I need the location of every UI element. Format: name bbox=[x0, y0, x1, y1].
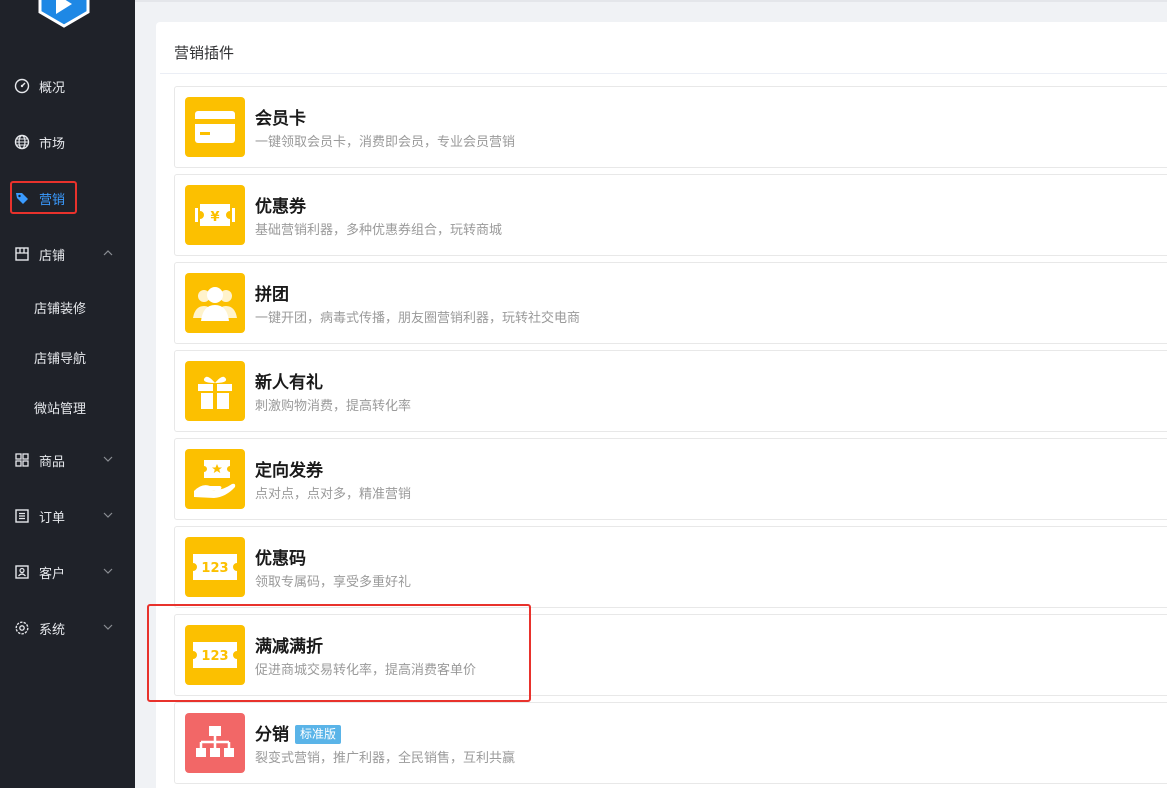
logo-icon bbox=[38, 0, 90, 28]
plugin-card-coupon[interactable]: ¥ 优惠券 基础营销利器，多种优惠券组合，玩转商城 bbox=[174, 174, 1167, 256]
standard-edition-badge: 标准版 bbox=[295, 725, 342, 744]
group-buy-icon bbox=[185, 273, 245, 333]
gift-icon bbox=[185, 361, 245, 421]
nav-label: 营销 bbox=[39, 192, 66, 208]
plugin-card-new-user-gift[interactable]: 新人有礼 刺激购物消费，提高转化率 bbox=[174, 350, 1167, 432]
nav-label: 概况 bbox=[39, 80, 66, 96]
member-card-icon bbox=[185, 97, 245, 157]
targeted-coupon-icon bbox=[185, 449, 245, 509]
plugin-desc: 领取专属码，享受多重好礼 bbox=[255, 575, 412, 590]
svg-text:¥: ¥ bbox=[210, 210, 219, 225]
plugin-card-full-discount[interactable]: 123 满减满折 促进商城交易转化率，提高消费客单价 bbox=[174, 614, 1167, 696]
plugin-desc: 基础营销利器，多种优惠券组合，玩转商城 bbox=[255, 223, 503, 238]
nav-label: 系统 bbox=[39, 622, 66, 638]
plugin-desc: 一键开团，病毒式传播，朋友圈营销利器，玩转社交电商 bbox=[255, 311, 581, 326]
nav-label: 商品 bbox=[39, 454, 66, 470]
customer-icon bbox=[13, 563, 31, 581]
tag-icon bbox=[13, 189, 31, 207]
chevron-down-icon bbox=[103, 568, 113, 574]
plugin-name: 定向发券 bbox=[255, 461, 323, 481]
plugin-name: 拼团 bbox=[255, 285, 289, 305]
nav-label: 市场 bbox=[39, 136, 66, 152]
store-icon bbox=[13, 245, 31, 263]
nav-item-orders[interactable]: 订单 bbox=[0, 501, 135, 531]
plugin-desc: 刺激购物消费，提高转化率 bbox=[255, 399, 412, 414]
plugin-name: 新人有礼 bbox=[255, 373, 323, 393]
nav-item-customers[interactable]: 客户 bbox=[0, 557, 135, 587]
nav-label: 店铺 bbox=[39, 248, 66, 264]
globe-icon bbox=[13, 133, 31, 151]
nav-label: 订单 bbox=[39, 510, 66, 526]
gear-icon bbox=[13, 619, 31, 637]
plugin-name-text: 分销 bbox=[255, 725, 289, 745]
nav-item-goods[interactable]: 商品 bbox=[0, 445, 135, 475]
svg-text:123: 123 bbox=[201, 649, 228, 664]
plugin-card-member-card[interactable]: 会员卡 一键领取会员卡，消费即会员，专业会员营销 bbox=[174, 86, 1167, 168]
nav-item-marketing[interactable]: 营销 bbox=[0, 183, 135, 213]
nav-item-system[interactable]: 系统 bbox=[0, 613, 135, 643]
sidebar: 概况 市场 营销 店铺 店铺装修 店铺导航 微站管理 商品 订单 客户 系统 bbox=[0, 0, 135, 788]
plugin-name: 满减满折 bbox=[255, 637, 323, 657]
plugin-name: 优惠券 bbox=[255, 197, 306, 217]
divider bbox=[160, 73, 1167, 74]
chevron-down-icon bbox=[103, 624, 113, 630]
plugin-desc: 裂变式营销，推广利器，全民销售，互利共赢 bbox=[255, 751, 516, 766]
plugin-name: 分销 标准版 bbox=[255, 720, 342, 745]
chevron-down-icon bbox=[103, 512, 113, 518]
chevron-up-icon bbox=[103, 250, 113, 256]
nav-item-market[interactable]: 市场 bbox=[0, 127, 135, 157]
sub-item-store-decoration[interactable]: 店铺装修 bbox=[34, 298, 86, 317]
plugin-desc: 点对点，点对多，精准营销 bbox=[255, 487, 412, 502]
plugin-name: 优惠码 bbox=[255, 549, 306, 569]
sub-item-microsite[interactable]: 微站管理 bbox=[34, 398, 86, 417]
promo-code-icon: 123 bbox=[185, 537, 245, 597]
discount-icon: 123 bbox=[185, 625, 245, 685]
grid-icon bbox=[13, 451, 31, 469]
chevron-down-icon bbox=[103, 456, 113, 462]
sub-item-store-navigation[interactable]: 店铺导航 bbox=[34, 348, 86, 367]
plugin-card-promo-code[interactable]: 123 优惠码 领取专属码，享受多重好礼 bbox=[174, 526, 1167, 608]
nav-item-store[interactable]: 店铺 bbox=[0, 239, 135, 269]
distribution-icon bbox=[185, 713, 245, 773]
plugin-card-group-buy[interactable]: 拼团 一键开团，病毒式传播，朋友圈营销利器，玩转社交电商 bbox=[174, 262, 1167, 344]
dashboard-icon bbox=[13, 77, 31, 95]
page-title: 营销插件 bbox=[174, 44, 235, 62]
plugin-card-targeted-coupon[interactable]: 定向发券 点对点，点对多，精准营销 bbox=[174, 438, 1167, 520]
plugin-card-distribution[interactable]: 分销 标准版 裂变式营销，推广利器，全民销售，互利共赢 bbox=[174, 702, 1167, 784]
plugin-name: 会员卡 bbox=[255, 109, 306, 129]
svg-text:123: 123 bbox=[201, 561, 228, 576]
nav-item-overview[interactable]: 概况 bbox=[0, 71, 135, 101]
coupon-icon: ¥ bbox=[185, 185, 245, 245]
top-bar bbox=[135, 0, 1167, 2]
plugin-desc: 一键领取会员卡，消费即会员，专业会员营销 bbox=[255, 135, 516, 150]
plugin-desc: 促进商城交易转化率，提高消费客单价 bbox=[255, 663, 477, 678]
nav-label: 客户 bbox=[39, 566, 66, 582]
list-icon bbox=[13, 507, 31, 525]
